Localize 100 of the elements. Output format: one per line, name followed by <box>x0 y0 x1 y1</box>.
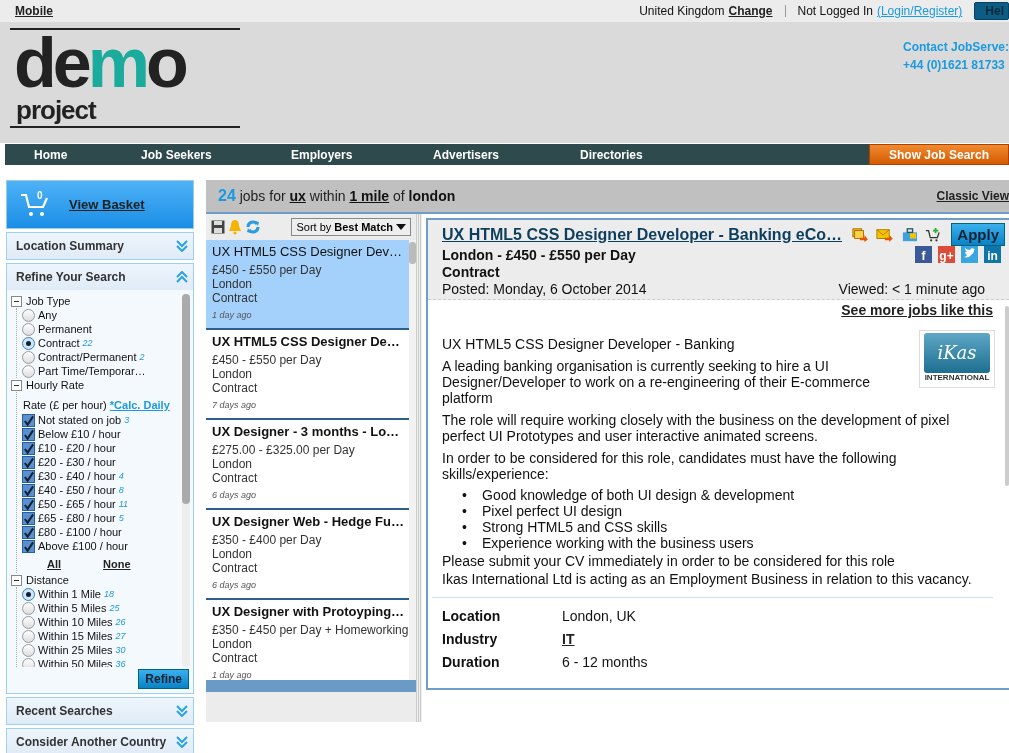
bullet-mark: • <box>462 503 468 519</box>
option-label: £30 - £40 / hour <box>38 469 116 483</box>
requirement-item: Experience working with the business users <box>482 535 754 551</box>
checkbox[interactable] <box>22 441 35 455</box>
forward-icon[interactable] <box>852 226 868 243</box>
share-icon[interactable]: f <box>915 246 932 263</box>
scrollbar[interactable] <box>182 294 190 667</box>
radio-button[interactable] <box>22 350 35 364</box>
collapse-toggle[interactable] <box>11 295 22 307</box>
none-link[interactable]: None <box>103 557 131 571</box>
nav-item[interactable]: Employers <box>291 147 433 162</box>
view-basket-link[interactable]: View Basket <box>69 197 145 212</box>
panel-title: Refine Your Search <box>16 270 126 284</box>
job-age: 7 days ago <box>212 399 258 412</box>
add-to-cart-icon[interactable] <box>925 226 942 243</box>
checkbox[interactable] <box>22 497 35 511</box>
country-label: United Kingdom <box>639 4 725 18</box>
checkbox[interactable] <box>22 413 35 427</box>
option-count: 8 <box>118 484 124 497</box>
job-card[interactable]: UX HTML5 CSS Designer Dev… £450 - £550 per Day London Contract 1 day ago <box>206 240 409 330</box>
basket-count: 0 <box>37 190 43 201</box>
scrollbar[interactable] <box>1005 306 1009 486</box>
job-subtitle: London - £450 - £550 per Day <box>442 246 636 263</box>
fact-value: 6 - 12 months <box>562 654 648 670</box>
option-label: £65 - £80 / hour <box>38 511 116 525</box>
chevron-down-icon[interactable] <box>176 705 188 717</box>
share-icon[interactable]: in <box>984 246 1001 263</box>
nav-item[interactable]: Home <box>34 147 141 162</box>
viewed-time: Viewed: < 1 minute ago <box>838 281 985 297</box>
radio-button[interactable] <box>22 615 35 629</box>
checkbox[interactable] <box>22 539 35 553</box>
option-label: Below £10 / hour <box>38 427 121 441</box>
email-icon[interactable] <box>875 226 894 243</box>
option-label: Part Time/Temporar… <box>38 364 146 378</box>
sort-dropdown[interactable]: Sort by Best Match <box>291 218 411 236</box>
option-count: 5 <box>118 512 124 525</box>
collapse-toggle[interactable] <box>11 574 22 586</box>
option-count: 27 <box>115 630 126 643</box>
chevron-up-icon[interactable] <box>176 271 188 283</box>
see-more-link[interactable]: See more jobs like this <box>841 302 993 318</box>
radio-button[interactable] <box>22 322 35 336</box>
requirement-item: Pixel perfect UI design <box>482 503 623 519</box>
checkbox[interactable] <box>22 525 35 539</box>
all-link[interactable]: All <box>47 557 62 571</box>
job-age: 1 day ago <box>212 669 253 680</box>
option-label: £80 - £100 / hour <box>38 525 122 539</box>
job-type: Contract <box>212 651 259 665</box>
checkbox[interactable] <box>22 469 35 483</box>
radio-button[interactable] <box>22 643 35 657</box>
results-summary: 24 jobs for ux within 1 mile of london <box>218 187 456 205</box>
rate-note: Rate (£ per hour) <box>23 399 107 411</box>
radio-button[interactable] <box>22 336 35 350</box>
scrollbar[interactable] <box>409 240 416 680</box>
refresh-icon[interactable] <box>245 219 261 235</box>
option-count: 26 <box>115 616 126 629</box>
radio-button[interactable] <box>22 601 35 615</box>
chevron-down-icon[interactable] <box>176 240 188 252</box>
nav-item[interactable]: Job Seekers <box>141 147 291 162</box>
nav-item[interactable]: Advertisers <box>433 147 580 162</box>
checkbox[interactable] <box>22 427 35 441</box>
chevron-down-icon[interactable] <box>176 736 188 748</box>
job-title: UX HTML5 CSS Designer De… <box>212 333 401 351</box>
briefcase-icon[interactable] <box>901 226 918 243</box>
nav-item[interactable]: Directories <box>580 147 869 162</box>
option-label: Contract/Permanent <box>38 350 137 364</box>
refine-button[interactable]: Refine <box>138 669 189 689</box>
job-title: UX Designer with Protoyping… <box>212 603 404 621</box>
description-paragraph: The role will require working closely with the business on the development of pixel perfect UI Prototypes and user interactive animated screens. <box>442 412 951 444</box>
logo-wordmark[interactable]: demo <box>10 30 185 96</box>
job-salary: £450 - £550 per Day <box>212 263 323 277</box>
filter-group-title: Hourly Rate <box>26 378 85 392</box>
job-location: London <box>212 367 254 381</box>
collapse-toggle[interactable] <box>11 379 22 391</box>
checkbox[interactable] <box>22 483 35 497</box>
fact-value: London, UK <box>562 608 636 624</box>
save-icon[interactable] <box>211 220 225 234</box>
checkbox[interactable] <box>22 455 35 469</box>
logo-tagline[interactable]: project <box>10 96 96 124</box>
change-link[interactable]: Change <box>728 4 773 18</box>
classic-view-link[interactable]: Classic View <box>936 189 1009 203</box>
filter-group-title: Job Type <box>26 294 71 308</box>
bird-icon[interactable] <box>961 246 978 263</box>
fact-label: Industry <box>442 631 498 647</box>
filter-group-title: Distance <box>26 573 69 587</box>
fact-link[interactable]: IT <box>562 631 575 647</box>
job-title-link[interactable]: UX HTML5 CSS Designer Developer - Banking eCo… <box>442 225 843 244</box>
job-age: 1 day ago <box>212 309 253 322</box>
share-icon[interactable]: g+ <box>938 246 955 263</box>
mobile-link[interactable]: Mobile <box>15 4 53 18</box>
option-count: 18 <box>103 588 114 601</box>
apply-button[interactable]: Apply <box>951 223 1005 246</box>
radio-button[interactable] <box>22 587 35 601</box>
bullet-mark: • <box>462 535 468 551</box>
fact-label: Location <box>442 608 501 624</box>
checkbox[interactable] <box>22 511 35 525</box>
job-location: London <box>212 457 254 471</box>
radio-button[interactable] <box>22 629 35 643</box>
radio-button[interactable] <box>22 657 35 667</box>
radio-button[interactable] <box>22 364 35 378</box>
radio-button[interactable] <box>22 308 35 322</box>
